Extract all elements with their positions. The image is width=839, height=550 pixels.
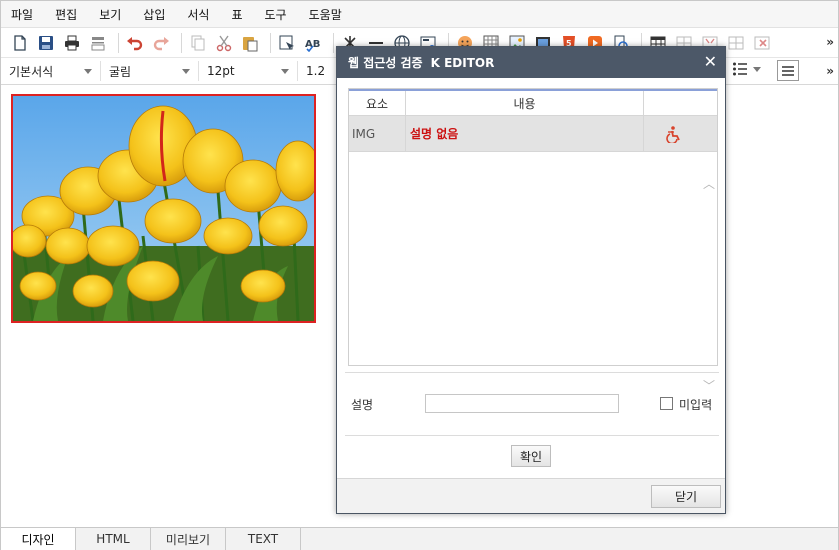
toolbar-more-icon[interactable]: » xyxy=(826,35,834,49)
format-more-icon[interactable]: » xyxy=(826,64,834,78)
redo-icon[interactable] xyxy=(150,32,172,54)
delete-table-icon[interactable] xyxy=(751,32,773,54)
font-size-select[interactable]: 12pt xyxy=(199,61,298,81)
tab-design[interactable]: 디자인 xyxy=(1,528,76,550)
description-label: 설명 xyxy=(351,398,374,412)
menu-help[interactable]: 도움말 xyxy=(309,6,342,23)
new-doc-icon[interactable] xyxy=(9,32,31,54)
chevron-down-icon xyxy=(753,66,761,72)
menu-edit[interactable]: 편집 xyxy=(55,6,77,23)
tab-preview[interactable]: 미리보기 xyxy=(151,528,226,550)
menu-view[interactable]: 보기 xyxy=(99,6,121,23)
select-icon[interactable] xyxy=(276,32,298,54)
menu-file[interactable]: 파일 xyxy=(11,6,33,23)
dialog-titlebar[interactable]: 웹 접근성 검증 K EDITOR xyxy=(337,47,725,78)
divider xyxy=(345,372,719,373)
paragraph-style-value: 기본서식 xyxy=(9,64,54,79)
dialog-footer: 닫기 xyxy=(337,478,725,513)
undo-icon[interactable] xyxy=(124,32,146,54)
print-preview-icon[interactable] xyxy=(87,32,109,54)
chevron-down-icon xyxy=(281,68,289,74)
divider xyxy=(345,435,719,436)
menu-table[interactable]: 표 xyxy=(231,6,242,23)
font-size-value: 12pt xyxy=(207,64,235,78)
paragraph-style-select[interactable]: 기본서식 xyxy=(1,61,101,81)
print-icon[interactable] xyxy=(61,32,83,54)
accessibility-check-dialog: 웹 접근성 검증 K EDITOR ✕ 요소 내용 IMG 설명 없음 ︿ ﹀ … xyxy=(336,46,726,514)
line-height-value: 1.2 xyxy=(306,64,326,78)
align-box-icon[interactable] xyxy=(777,60,799,81)
view-tabs: 디자인 HTML 미리보기 TEXT xyxy=(1,527,838,550)
spellcheck-icon[interactable]: AB xyxy=(302,32,324,54)
confirm-button[interactable]: 확인 xyxy=(511,445,551,467)
dialog-brand: K EDITOR xyxy=(430,55,495,70)
column-header-element: 요소 xyxy=(349,91,406,115)
tab-text[interactable]: TEXT xyxy=(226,528,301,550)
svg-text:AB: AB xyxy=(305,39,320,50)
toolbar-separator xyxy=(118,32,119,53)
font-family-select[interactable]: 굴림 xyxy=(101,61,199,81)
row-content: 설명 없음 xyxy=(406,116,644,151)
bullet-list-icon xyxy=(733,62,747,76)
save-icon[interactable] xyxy=(35,32,57,54)
dialog-title: 웹 접근성 검증 xyxy=(348,56,423,70)
grid-header: 요소 내용 xyxy=(349,89,717,116)
menu-insert[interactable]: 삽입 xyxy=(143,6,165,23)
scroll-down-icon[interactable]: ﹀ xyxy=(703,377,715,394)
font-family-value: 굴림 xyxy=(109,64,132,79)
tab-html[interactable]: HTML xyxy=(76,528,151,550)
toolbar-separator xyxy=(333,32,334,53)
copy-icon[interactable] xyxy=(187,32,209,54)
no-input-checkbox[interactable] xyxy=(660,397,673,410)
toolbar-separator xyxy=(181,32,182,53)
description-input[interactable] xyxy=(425,394,619,413)
editor-window: 파일 편집 보기 삽입 서식 표 도구 도움말 AB 5 » 기본서식 굴림 1… xyxy=(0,0,839,550)
toolbar-separator xyxy=(270,32,271,53)
column-header-content: 내용 xyxy=(406,91,644,115)
tulip-photo xyxy=(13,96,314,321)
scroll-up-icon[interactable]: ︿ xyxy=(703,175,715,192)
close-icon[interactable]: ✕ xyxy=(704,54,717,70)
table-row[interactable]: IMG 설명 없음 xyxy=(349,116,717,152)
column-header-action xyxy=(644,91,717,115)
results-grid: 요소 내용 IMG 설명 없음 ︿ ﹀ xyxy=(348,88,718,393)
close-button[interactable]: 닫기 xyxy=(651,485,721,508)
menu-bar: 파일 편집 보기 삽입 서식 표 도구 도움말 xyxy=(1,1,838,27)
delete-cell-icon[interactable] xyxy=(725,32,747,54)
row-element: IMG xyxy=(349,116,406,151)
chevron-down-icon xyxy=(182,68,190,74)
cut-icon[interactable] xyxy=(213,32,235,54)
chevron-down-icon xyxy=(84,68,92,74)
menu-format[interactable]: 서식 xyxy=(187,6,209,23)
no-input-label: 미입력 xyxy=(679,398,713,412)
menu-tools[interactable]: 도구 xyxy=(265,6,287,23)
list-style-select[interactable] xyxy=(732,61,761,77)
paste-icon[interactable] xyxy=(239,32,261,54)
accessibility-icon[interactable] xyxy=(644,116,699,151)
tulip-image[interactable] xyxy=(11,94,316,323)
line-height-select[interactable]: 1.2 xyxy=(298,61,338,81)
